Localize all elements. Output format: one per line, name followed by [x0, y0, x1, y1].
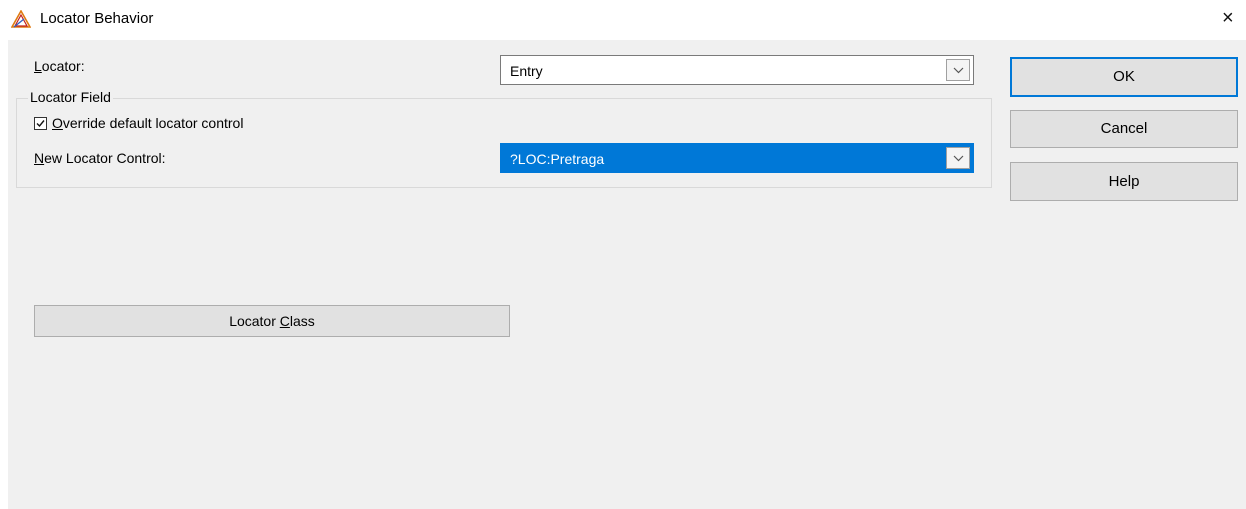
- override-checkbox[interactable]: [34, 117, 47, 130]
- locator-dropdown[interactable]: Entry: [500, 55, 974, 85]
- new-locator-control-dropdown[interactable]: ?LOC:Pretraga: [500, 143, 974, 173]
- chevron-down-icon[interactable]: [946, 147, 970, 169]
- help-button[interactable]: Help: [1010, 162, 1238, 201]
- triangle-logo-icon: [10, 9, 32, 28]
- checkmark-icon: [36, 120, 45, 128]
- window-title: Locator Behavior: [40, 10, 154, 27]
- ok-button[interactable]: OK: [1010, 57, 1238, 97]
- cancel-button[interactable]: Cancel: [1010, 110, 1238, 148]
- locator-class-button[interactable]: Locator Class: [34, 305, 510, 337]
- new-locator-control-value: ?LOC:Pretraga: [510, 151, 605, 167]
- locator-value: Entry: [510, 63, 543, 79]
- title-bar: Locator Behavior ×: [0, 0, 1246, 40]
- new-locator-control-label: New Locator Control:: [34, 150, 166, 166]
- override-label[interactable]: Override default locator control: [52, 115, 243, 131]
- close-icon[interactable]: ×: [1222, 8, 1240, 28]
- locator-label: Locator:: [34, 58, 85, 74]
- chevron-down-icon[interactable]: [946, 59, 970, 81]
- group-title: Locator Field: [28, 89, 113, 105]
